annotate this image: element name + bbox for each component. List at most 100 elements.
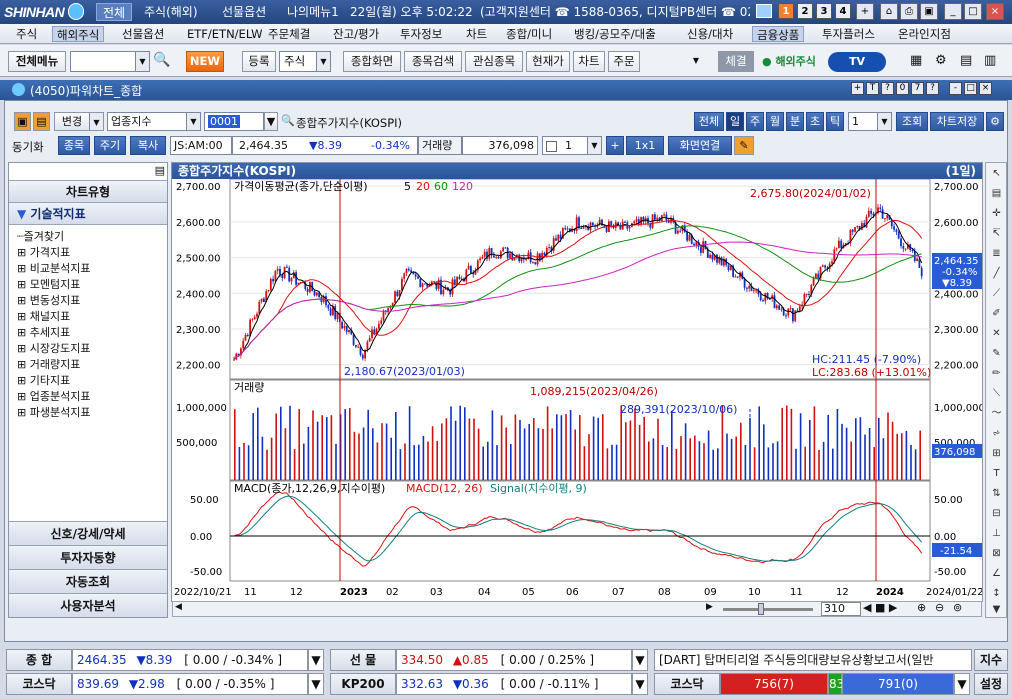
technical-indicator-header[interactable]: ▼ 기술적지표 [9, 203, 167, 225]
indicator-search-input[interactable]: ▤ [9, 163, 167, 181]
zoom-reset-icon[interactable]: ⊚ [953, 601, 962, 614]
page-button-3[interactable]: 3 [816, 3, 832, 19]
fib-icon[interactable]: ⩫ [988, 425, 1005, 442]
line-icon[interactable]: ╱ [988, 265, 1005, 282]
select-icon[interactable]: ↸ [988, 225, 1005, 242]
period-second[interactable]: 초 [806, 112, 824, 131]
expand-icon[interactable]: ⊞ [17, 310, 26, 323]
change-button[interactable]: 변경 [54, 112, 90, 131]
new-button[interactable]: NEW [186, 51, 224, 72]
period-minute[interactable]: 분 [786, 112, 804, 131]
tree-item-channel[interactable]: ⊞ 채널지표 [9, 309, 167, 325]
expand-icon[interactable]: ⊞ [17, 294, 26, 307]
print-icon[interactable]: ⎙ [900, 3, 918, 20]
expand-icon[interactable]: ⊞ [17, 326, 26, 339]
tree-item-favorites[interactable]: ┈즐겨찾기 [9, 229, 167, 245]
menu-stock[interactable]: 주식 [12, 26, 41, 42]
title-menu-my-menu[interactable]: 나의메뉴1 [287, 3, 339, 21]
kp200-dropdown[interactable]: ▼ [632, 673, 648, 695]
sync-tab-period[interactable]: 주기 [94, 136, 126, 155]
draw-pen-icon[interactable]: ✎ [988, 345, 1005, 362]
minimize-icon[interactable]: _ [944, 3, 962, 20]
menu-overseas-stock[interactable]: 해외주식 [52, 26, 105, 42]
stock-search-button[interactable]: 종목검색 [404, 51, 462, 72]
delete-icon[interactable]: ✕ [988, 325, 1005, 342]
sync-tab-copy[interactable]: 복사 [130, 136, 166, 155]
chart-count-select[interactable]: 1 ▼ [542, 136, 602, 155]
index-button[interactable]: 지수 [974, 649, 1008, 671]
checkbox-icon[interactable] [546, 140, 557, 152]
title-menu-all[interactable]: 전체 [96, 3, 133, 21]
chart-type-header[interactable]: 차트유형 [9, 181, 167, 203]
all-menu-button[interactable]: 전체메뉴 [8, 51, 66, 72]
code-input[interactable]: 0001 [204, 112, 264, 131]
page-button-4[interactable]: 4 [835, 3, 851, 19]
monitor-settings-icon[interactable]: ▥ [984, 53, 996, 68]
period-count-input[interactable]: 1 ▼ [848, 112, 892, 131]
window-info-icon[interactable]: ? [926, 82, 939, 95]
overview-screen-button[interactable]: 종합화면 [343, 51, 401, 72]
scroll-down-icon[interactable]: ▼ [988, 601, 1005, 618]
expand-icon[interactable]: ⊞ [17, 342, 26, 355]
conclusion-button[interactable]: 체결 [718, 51, 754, 72]
layout-toggle-1-icon[interactable]: ▣ [14, 112, 31, 131]
layout-toggle-2-icon[interactable]: ▤ [33, 112, 50, 131]
lock-icon[interactable]: ▣ [920, 3, 938, 20]
window-icon[interactable]: ▤ [988, 185, 1005, 202]
futures-dropdown[interactable]: ▼ [632, 649, 648, 671]
window-minimize-icon[interactable]: - [949, 82, 962, 95]
menu-invest-plus[interactable]: 투자플러스 [818, 26, 879, 42]
pencil-icon[interactable]: ✎ [734, 136, 754, 155]
window-seven-icon[interactable]: 7 [911, 82, 924, 95]
hline-icon[interactable]: ⊟ [988, 505, 1005, 522]
period-all[interactable]: 전체 [694, 112, 724, 131]
expand-icon[interactable]: ⊞ [17, 390, 26, 403]
chart-settings-icon[interactable]: ⚙ [986, 112, 1004, 131]
grid-icon[interactable]: ▦ [910, 53, 922, 68]
add-chart-button[interactable]: + [606, 136, 624, 155]
pen2-icon[interactable]: ✏ [988, 365, 1005, 382]
zoom-slider[interactable] [723, 608, 813, 611]
title-menu-stock-overseas[interactable]: 주식(해외) [144, 3, 198, 21]
tree-item-comparison[interactable]: ⊞ 비교분석지표 [9, 261, 167, 277]
kospi-dropdown[interactable]: ▼ [308, 649, 324, 671]
category-select[interactable]: 업종지수 ▼ [107, 112, 201, 131]
tree-item-price[interactable]: ⊞ 가격지표 [9, 245, 167, 261]
watchlist-button[interactable]: 관심종목 [465, 51, 523, 72]
auto-lookup-button[interactable]: 자동조회 [9, 569, 167, 593]
wave-icon[interactable]: 〜 [988, 405, 1005, 422]
tree-item-sector[interactable]: ⊞ 업종분석지표 [9, 389, 167, 405]
menu-overview[interactable]: 종합/미니 [502, 26, 556, 42]
register-button[interactable]: 등록 [242, 51, 276, 72]
breadth-dropdown[interactable]: ▼ [954, 673, 970, 695]
period-month[interactable]: 월 [766, 112, 784, 131]
window-text-icon[interactable]: T [866, 82, 879, 95]
screen-link-button[interactable]: 화면연결 [668, 136, 732, 155]
type-select[interactable]: 주식 ▼ [279, 51, 331, 72]
news-ticker[interactable]: [DART] 탑머티리얼 주식등의대량보유상황보고서(일반 [654, 649, 972, 671]
window-plus-icon[interactable]: + [851, 82, 864, 95]
angle-icon[interactable]: ∠ [988, 565, 1005, 582]
tree-item-momentum[interactable]: ⊞ 모멘텀지표 [9, 277, 167, 293]
zoom-out-icon[interactable]: ⊖ [935, 601, 944, 614]
layout-icon[interactable]: ▤ [960, 53, 972, 68]
code-search-icon[interactable]: 🔍 [280, 112, 296, 131]
vline-icon[interactable]: ⊥ [988, 525, 1005, 542]
chart-scrollbar[interactable]: ◀ ▶ 310 ◀ ■ ▶ ⊕ ⊖ ⊚ [172, 601, 982, 617]
lookup-button[interactable]: 조회 [896, 112, 928, 131]
menu-chart[interactable]: 차트 [462, 26, 491, 42]
zoom-in-icon[interactable]: ⊕ [917, 601, 926, 614]
monitor-icon[interactable] [756, 4, 772, 18]
expand-icon[interactable]: ⊞ [17, 278, 26, 291]
menu-banking[interactable]: 뱅킹/공모주/대출 [570, 26, 660, 42]
menu-balance[interactable]: 잔고/평가 [329, 26, 383, 42]
settings-button[interactable]: 설정 [974, 673, 1008, 695]
all-icon[interactable]: ≣ [988, 245, 1005, 262]
crosshair-icon[interactable]: ✛ [988, 205, 1005, 222]
tree-item-trend[interactable]: ⊞ 추세지표 [9, 325, 167, 341]
expand-icon[interactable]: ⊞ [17, 374, 26, 387]
user-analysis-button[interactable]: 사용자분석 [9, 593, 167, 617]
text-tool-icon[interactable]: T [988, 465, 1005, 482]
menu-invest-info[interactable]: 투자정보 [396, 26, 446, 42]
play-prev-icon[interactable]: ◀ ■ ▶ [863, 601, 897, 614]
